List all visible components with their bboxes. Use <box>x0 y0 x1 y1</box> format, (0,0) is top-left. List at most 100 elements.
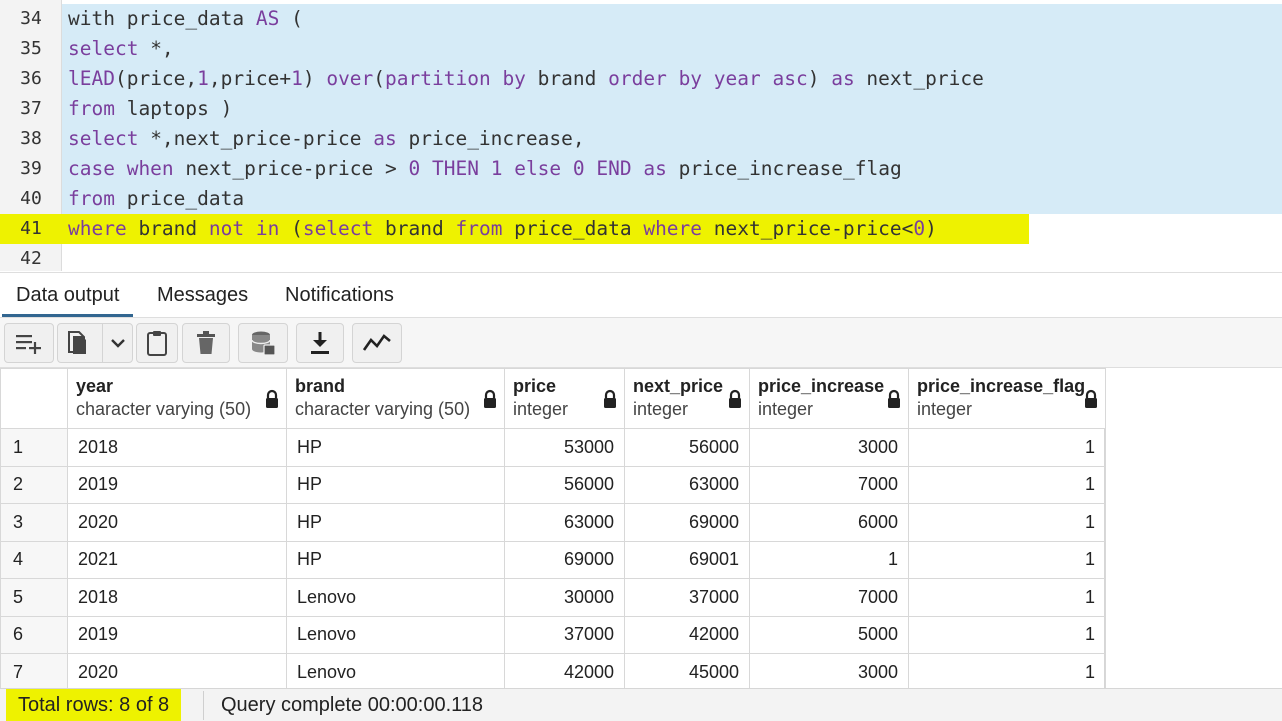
code-text[interactable]: select *,next_price-price as price_incre… <box>62 124 1282 154</box>
table-row[interactable]: 1 2018 HP 53000 56000 3000 1 <box>0 428 1106 467</box>
tab-notifications[interactable]: Notifications <box>271 273 408 317</box>
table-row[interactable]: 6 2019 Lenovo 37000 42000 5000 1 <box>0 615 1106 654</box>
code-line[interactable]: 37 from laptops ) <box>0 94 1282 124</box>
table-row[interactable]: 7 2020 Lenovo 42000 45000 3000 1 <box>0 653 1106 692</box>
sql-token: *, <box>138 37 174 60</box>
save-data-button[interactable] <box>238 323 288 363</box>
table-row[interactable]: 3 2020 HP 63000 69000 6000 1 <box>0 503 1106 542</box>
table-cell[interactable]: 69000 <box>504 540 625 579</box>
table-cell[interactable]: Lenovo <box>286 653 505 692</box>
data-grid[interactable]: year character varying (50) brand character… <box>0 368 1106 692</box>
table-cell[interactable]: 1 <box>749 540 909 579</box>
table-cell[interactable]: 45000 <box>624 653 750 692</box>
table-cell[interactable]: 2018 <box>67 428 287 467</box>
code-line[interactable]: 38 select *,next_price-price as price_inc… <box>0 124 1282 154</box>
table-cell[interactable]: 63000 <box>504 503 625 542</box>
row-number-cell[interactable]: 1 <box>0 428 68 467</box>
sql-editor[interactable]: 34 with price_data AS (35 select *, 36 lEAD(… <box>0 0 1282 271</box>
code-line[interactable]: 34 with price_data AS ( <box>0 4 1282 34</box>
table-cell[interactable]: HP <box>286 540 505 579</box>
lock-icon <box>1083 389 1099 409</box>
code-line[interactable]: 36 lEAD(price,1,price+1) over(partition b… <box>0 64 1282 94</box>
code-text[interactable]: where brand not in (select brand from pr… <box>62 214 1029 244</box>
code-text[interactable]: case when next_price-price > 0 THEN 1 el… <box>62 154 1282 184</box>
table-cell[interactable]: 2021 <box>67 540 287 579</box>
table-cell[interactable]: 42000 <box>504 653 625 692</box>
table-cell[interactable]: 1 <box>908 653 1106 692</box>
table-cell[interactable]: HP <box>286 428 505 467</box>
table-cell[interactable]: 2019 <box>67 465 287 504</box>
table-cell[interactable]: 37000 <box>624 578 750 617</box>
tab-messages[interactable]: Messages <box>143 273 262 317</box>
code-text[interactable]: from price_data <box>62 184 1282 214</box>
graph-visualiser-button[interactable] <box>352 323 402 363</box>
table-cell[interactable]: 5000 <box>749 615 909 654</box>
code-line[interactable]: 40 from price_data <box>0 184 1282 214</box>
code-text[interactable]: lEAD(price,1,price+1) over(partition by … <box>62 64 1282 94</box>
column-header-price-increase[interactable]: price_increase integer <box>749 368 909 429</box>
table-cell[interactable]: 30000 <box>504 578 625 617</box>
table-cell[interactable]: 2020 <box>67 653 287 692</box>
table-cell[interactable]: 56000 <box>504 465 625 504</box>
table-cell[interactable]: 37000 <box>504 615 625 654</box>
table-cell[interactable]: 53000 <box>504 428 625 467</box>
table-cell[interactable]: 7000 <box>749 578 909 617</box>
code-text[interactable]: from laptops ) <box>62 94 1282 124</box>
row-number-cell[interactable]: 3 <box>0 503 68 542</box>
table-cell[interactable]: 3000 <box>749 653 909 692</box>
table-cell[interactable]: 56000 <box>624 428 750 467</box>
table-cell[interactable]: 1 <box>908 578 1106 617</box>
table-cell[interactable]: 1 <box>908 503 1106 542</box>
delete-button[interactable] <box>182 323 230 363</box>
sql-token: ,price+ <box>208 67 292 90</box>
table-row[interactable]: 2 2019 HP 56000 63000 7000 1 <box>0 465 1106 504</box>
table-cell[interactable]: 2019 <box>67 615 287 654</box>
code-line[interactable]: 35 select *, <box>0 34 1282 64</box>
row-number-cell[interactable]: 5 <box>0 578 68 617</box>
table-cell[interactable]: Lenovo <box>286 615 505 654</box>
code-line[interactable]: 42 <box>0 244 1282 274</box>
table-cell[interactable]: HP <box>286 465 505 504</box>
code-text[interactable]: with price_data AS ( <box>62 4 1282 34</box>
row-number-cell[interactable]: 6 <box>0 615 68 654</box>
add-row-button[interactable] <box>4 323 54 363</box>
copy-button-group[interactable] <box>57 323 133 363</box>
table-row[interactable]: 4 2021 HP 69000 69001 1 1 <box>0 540 1106 579</box>
table-cell[interactable]: 1 <box>908 615 1106 654</box>
tab-data-output[interactable]: Data output <box>2 273 134 317</box>
lock-icon <box>886 389 902 409</box>
column-header-price-increase-flag[interactable]: price_increase_flag integer <box>908 368 1106 429</box>
table-cell[interactable]: 3000 <box>749 428 909 467</box>
row-number-cell[interactable]: 4 <box>0 540 68 579</box>
sql-keyword: where <box>643 217 703 240</box>
table-cell[interactable]: 7000 <box>749 465 909 504</box>
table-cell[interactable]: 69001 <box>624 540 750 579</box>
code-line[interactable]: 41 where brand not in (select brand from … <box>0 214 1282 244</box>
column-header-brand[interactable]: brand character varying (50) <box>286 368 505 429</box>
table-row[interactable]: 5 2018 Lenovo 30000 37000 7000 1 <box>0 578 1106 617</box>
table-cell[interactable]: 6000 <box>749 503 909 542</box>
column-header-next-price[interactable]: next_price integer <box>624 368 750 429</box>
table-cell[interactable]: 2018 <box>67 578 287 617</box>
paste-button[interactable] <box>136 323 178 363</box>
download-button[interactable] <box>296 323 344 363</box>
table-cell[interactable]: 1 <box>908 465 1106 504</box>
code-text[interactable]: select *, <box>62 34 1282 64</box>
row-number-cell[interactable]: 7 <box>0 653 68 692</box>
sql-token: brand <box>525 67 609 90</box>
column-header-year[interactable]: year character varying (50) <box>67 368 287 429</box>
chevron-down-icon[interactable] <box>110 337 126 349</box>
sql-token: next_price <box>854 67 984 90</box>
table-cell[interactable]: 2020 <box>67 503 287 542</box>
table-cell[interactable]: 1 <box>908 428 1106 467</box>
row-number-cell[interactable]: 2 <box>0 465 68 504</box>
code-line[interactable]: 39 case when next_price-price > 0 THEN 1 … <box>0 154 1282 184</box>
table-cell[interactable]: 1 <box>908 540 1106 579</box>
table-cell[interactable]: HP <box>286 503 505 542</box>
code-text[interactable] <box>62 244 68 274</box>
table-cell[interactable]: 63000 <box>624 465 750 504</box>
table-cell[interactable]: 42000 <box>624 615 750 654</box>
table-cell[interactable]: 69000 <box>624 503 750 542</box>
column-header-price[interactable]: price integer <box>504 368 625 429</box>
table-cell[interactable]: Lenovo <box>286 578 505 617</box>
